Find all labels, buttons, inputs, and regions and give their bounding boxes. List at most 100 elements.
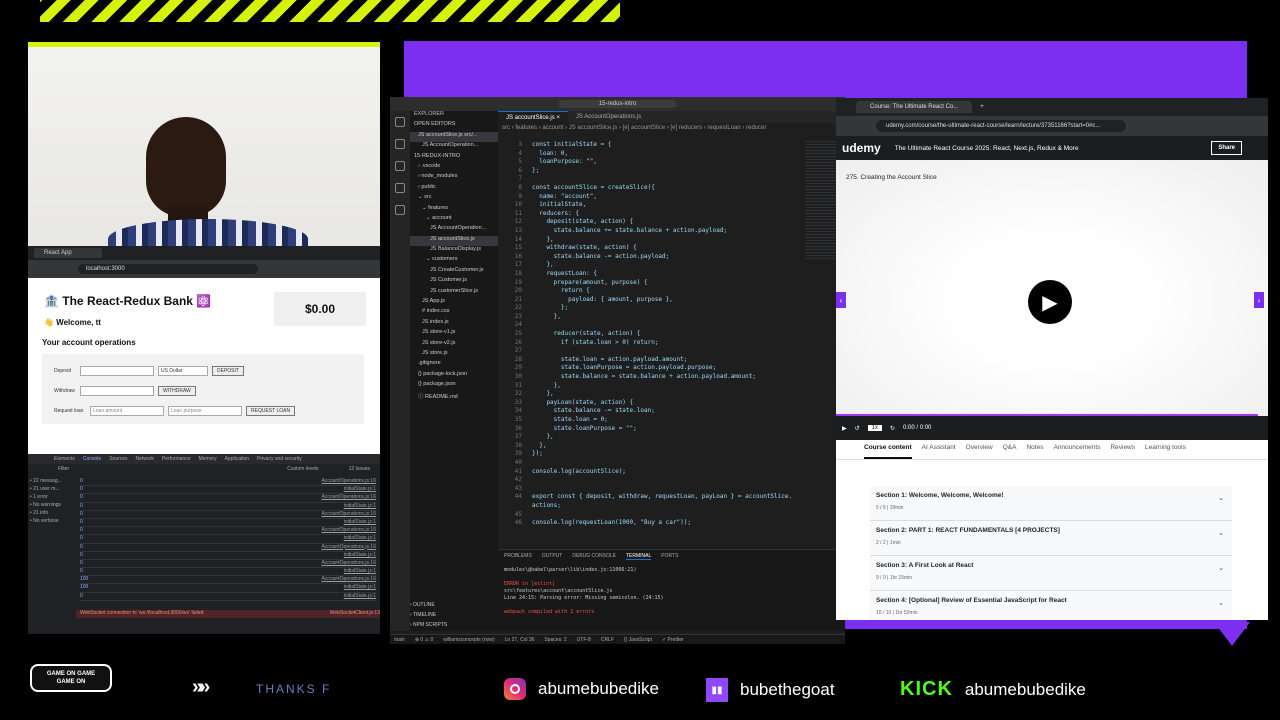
panel-tab[interactable]: OUTPUT — [542, 553, 563, 560]
devtools-tab[interactable]: Elements — [54, 456, 75, 462]
terminal-output[interactable]: modules\@babel\parser\lib\index.js:11066… — [498, 563, 845, 620]
status-item[interactable]: ⊗ 0 ⚠ 0 — [415, 637, 433, 643]
forward-icon[interactable]: ↻ — [890, 425, 895, 432]
levels-select[interactable]: Custom levels — [287, 466, 318, 472]
console-filter-item[interactable]: • 1 error — [30, 494, 76, 502]
explorer-item[interactable]: 15-REDUX-INTRO — [410, 153, 498, 163]
course-title[interactable]: The Ultimate React Course 2025: React, N… — [895, 145, 1079, 152]
devtools-tab[interactable]: Performance — [162, 456, 191, 462]
explorer-item[interactable]: JS store-v1.js — [410, 329, 498, 339]
course-tab[interactable]: Course content — [864, 444, 912, 459]
loan-purpose-input[interactable]: Loan purpose — [168, 406, 242, 416]
explorer-item[interactable]: ⌄ account — [410, 215, 498, 225]
status-item[interactable]: CRLF — [601, 637, 614, 643]
speed-button[interactable]: 1x — [867, 425, 882, 431]
course-tab[interactable]: Reviews — [1110, 444, 1135, 459]
source-control-icon[interactable] — [395, 161, 405, 171]
devtools-tab[interactable]: Privacy and security — [257, 456, 302, 462]
explorer-item[interactable]: ⌄ src — [410, 194, 498, 204]
code-content[interactable]: 3 const initialState = {4 loan: 0, 5 loanP… — [498, 141, 798, 528]
address-bar[interactable]: localhost:3000 — [78, 264, 258, 274]
console-filter-item[interactable]: • No verbose — [30, 518, 76, 526]
log-source-link[interactable]: initialState.js:1 — [344, 535, 376, 542]
extensions-icon[interactable] — [395, 205, 405, 215]
log-source-link[interactable]: initialState.js:1 — [344, 593, 376, 600]
deposit-input[interactable] — [80, 366, 154, 376]
editor-tab[interactable]: JS accountSlice.js × — [498, 111, 568, 123]
explorer-item[interactable]: JS BalanceDisplay.js — [410, 246, 498, 256]
rewind-icon[interactable]: ↺ — [855, 425, 860, 432]
outline-section[interactable]: › OUTLINE — [410, 602, 498, 612]
next-lecture-icon[interactable]: › — [1254, 292, 1264, 308]
panel-tab[interactable]: DEBUG CONSOLE — [572, 553, 616, 560]
udemy-address-bar[interactable]: udemy.com/course/the-ultimate-react-cour… — [876, 120, 1126, 132]
console-filter-item[interactable]: • 21 user m... — [30, 486, 76, 494]
status-item[interactable]: Spaces: 2 — [544, 637, 566, 643]
outline-section[interactable]: › TIMELINE — [410, 612, 498, 622]
panel-tab[interactable]: PROBLEMS — [504, 553, 532, 560]
explorer-item[interactable]: JS CreateCustomer.js — [410, 267, 498, 277]
log-source-link[interactable]: AccountOperations.js:16 — [322, 544, 376, 551]
console-filter-item[interactable]: • No warnings — [30, 502, 76, 510]
udemy-logo[interactable]: udemy — [842, 141, 881, 155]
error-source-link[interactable]: WebSocketClient.js:13 — [330, 610, 380, 618]
loan-amount-input[interactable]: Loan amount — [90, 406, 164, 416]
status-item[interactable]: williamsconcepts (now) — [443, 637, 494, 643]
withdraw-input[interactable] — [80, 386, 154, 396]
explorer-item[interactable]: JS accountSlice.js — [410, 235, 498, 247]
log-source-link[interactable]: initialState.js:1 — [344, 584, 376, 591]
explorer-item[interactable]: ⓘ README.md — [410, 392, 498, 402]
explorer-item[interactable]: JS AccountOperation... — [410, 142, 498, 152]
explorer-item[interactable]: {} package.json — [410, 381, 498, 391]
log-source-link[interactable]: initialState.js:1 — [344, 503, 376, 510]
log-source-link[interactable]: AccountOperations.js:16 — [322, 478, 376, 485]
explorer-item[interactable]: JS customerSlice.js — [410, 288, 498, 298]
currency-select[interactable]: US Dollar — [158, 366, 208, 376]
status-item[interactable]: {} JavaScript — [624, 637, 652, 643]
course-tab[interactable]: Q&A — [1003, 444, 1017, 459]
status-item[interactable]: main — [394, 637, 405, 643]
explorer-item[interactable]: JS store-v2.js — [410, 340, 498, 350]
course-tab[interactable]: AI Assistant — [922, 444, 956, 459]
udemy-tab[interactable]: Course: The Ultimate React Co... — [856, 101, 973, 113]
explorer-item[interactable]: # index.css — [410, 308, 498, 318]
panel-tab[interactable]: TERMINAL — [625, 553, 652, 560]
explorer-item[interactable]: JS AccountOperation... — [410, 225, 498, 235]
devtools-tab[interactable]: Memory — [199, 456, 217, 462]
breadcrumb[interactable]: src › features › account › JS accountSli… — [498, 123, 845, 133]
filter-input[interactable]: Filter — [58, 466, 69, 472]
devtools-tab[interactable]: Sources — [109, 456, 127, 462]
explorer-item[interactable]: ⌄ customers — [410, 256, 498, 266]
run-debug-icon[interactable] — [395, 183, 405, 193]
explorer-item[interactable]: .gitignore — [410, 360, 498, 370]
explorer-icon[interactable] — [395, 117, 405, 127]
log-source-link[interactable]: initialState.js:1 — [344, 568, 376, 575]
explorer-item[interactable]: JS index.js — [410, 319, 498, 329]
new-tab-icon[interactable]: + — [980, 104, 984, 110]
panel-tab[interactable]: PORTS — [661, 553, 678, 560]
devtools-tab[interactable]: Console — [83, 456, 101, 462]
search-icon[interactable] — [395, 139, 405, 149]
course-tab[interactable]: Overview — [966, 444, 993, 459]
explorer-item[interactable]: JS App.js — [410, 298, 498, 308]
previous-lecture-icon[interactable]: ‹ — [836, 292, 846, 308]
log-source-link[interactable]: initialState.js:1 — [344, 519, 376, 526]
editor-tab[interactable]: JS AccountOperations.js — [568, 111, 649, 123]
section-item[interactable]: Section 2: PART 1: REACT FUNDAMENTALS [4… — [870, 521, 1232, 556]
explorer-item[interactable]: › public — [410, 184, 498, 194]
explorer-item[interactable]: › .vscode — [410, 163, 498, 173]
request-loan-button[interactable]: REQUEST LOAN — [246, 406, 296, 416]
withdraw-button[interactable]: WITHDRAW — [158, 386, 196, 396]
log-source-link[interactable]: initialState.js:1 — [344, 552, 376, 559]
log-source-link[interactable]: AccountOperations.js:16 — [322, 576, 376, 583]
play-control-icon[interactable]: ▶ — [842, 425, 847, 432]
log-source-link[interactable]: AccountOperations.js:16 — [322, 494, 376, 501]
explorer-item[interactable]: JS accountSlice.js src/... — [410, 131, 498, 143]
log-source-link[interactable]: initialState.js:1 — [344, 486, 376, 493]
course-tab[interactable]: Announcements — [1053, 444, 1100, 459]
status-item[interactable]: UTF-8 — [577, 637, 591, 643]
deposit-button[interactable]: DEPOSIT — [212, 366, 244, 376]
course-tab[interactable]: Notes — [1026, 444, 1043, 459]
status-item[interactable]: Ln 27, Col 36 — [505, 637, 535, 643]
play-icon[interactable]: ▶ — [1028, 280, 1072, 324]
